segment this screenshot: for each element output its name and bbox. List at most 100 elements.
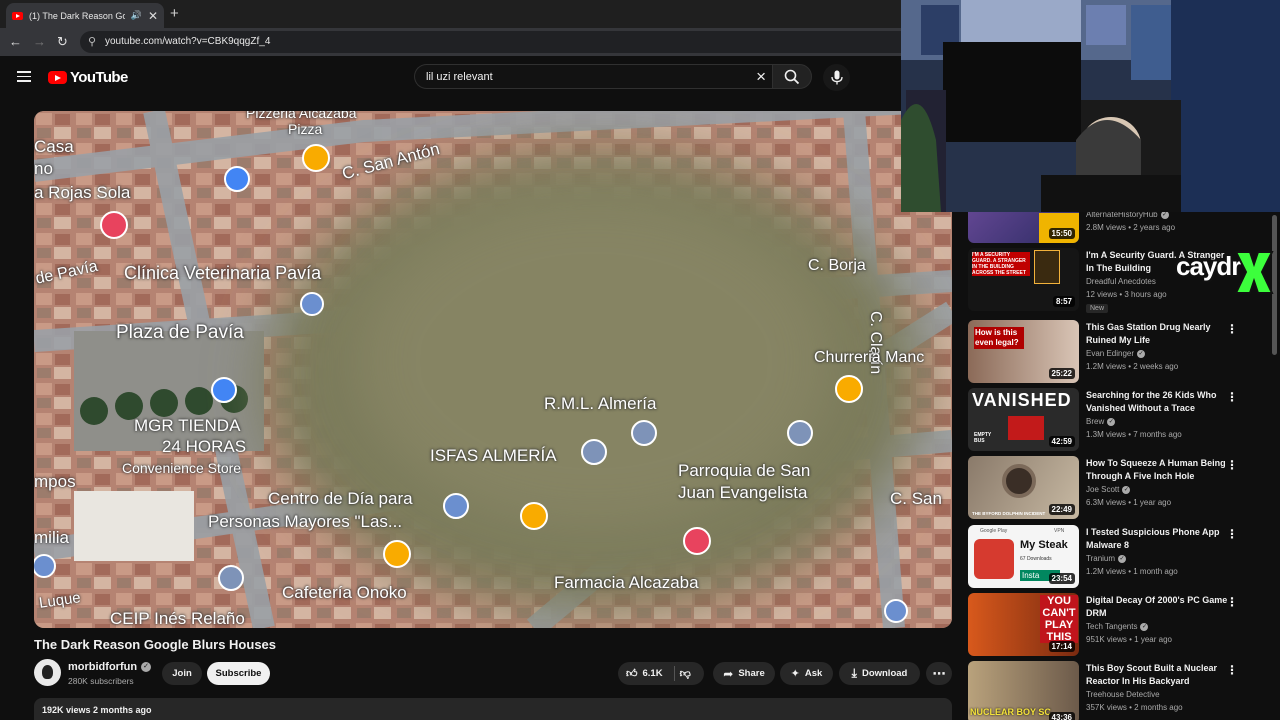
video-thumbnail[interactable]: NUCLEAR BOY SC 43:36 bbox=[968, 661, 1079, 720]
streamer-x-icon bbox=[1234, 251, 1274, 294]
related-meta: 2.8M views • 2 years ago bbox=[1086, 223, 1176, 232]
bus-graphic bbox=[1008, 416, 1044, 440]
video-title: The Dark Reason Google Blurs Houses bbox=[34, 637, 277, 652]
download-button[interactable]: ⤓ Download bbox=[839, 662, 920, 685]
search-box[interactable]: lil uzi relevant × bbox=[414, 64, 772, 89]
related-title: This Boy Scout Built a Nuclear Reactor I… bbox=[1086, 663, 1218, 686]
more-options-icon[interactable]: ⋮ bbox=[1226, 595, 1238, 609]
channel-avatar[interactable] bbox=[34, 659, 61, 686]
related-title: I Tested Suspicious Phone App Malware 8 bbox=[1086, 527, 1220, 550]
related-channel[interactable]: Evan Edinger ✓ bbox=[1086, 349, 1146, 358]
menu-icon[interactable] bbox=[17, 71, 31, 82]
map-label: Cafetería Onoko bbox=[282, 583, 407, 602]
streamer-logo: caydr bbox=[1176, 251, 1241, 281]
map-label: 24 HORAS bbox=[162, 437, 247, 456]
ask-button[interactable]: ✦ Ask bbox=[780, 662, 833, 685]
related-meta: 951K views • 1 year ago bbox=[1086, 635, 1172, 644]
related-video[interactable]: Google Play VPN My Steak 67 Downloads In… bbox=[968, 525, 1268, 591]
related-meta: 1.2M views • 1 month ago bbox=[1086, 567, 1178, 576]
browser-tab[interactable]: (1) The Dark Reason Google Blurs Houses … bbox=[6, 3, 164, 28]
clear-search-icon[interactable]: × bbox=[756, 67, 766, 87]
related-meta: 1.2M views • 2 weeks ago bbox=[1086, 362, 1179, 371]
search-input[interactable]: lil uzi relevant bbox=[426, 71, 493, 83]
related-video[interactable]: NUCLEAR BOY SC 43:36 This Boy Scout Buil… bbox=[968, 661, 1268, 720]
new-tab-button[interactable]: + bbox=[170, 5, 179, 22]
close-tab-icon[interactable]: ✕ bbox=[148, 9, 158, 23]
share-button[interactable]: ➦ Share bbox=[713, 662, 775, 685]
map-label: MGR TIENDA bbox=[134, 416, 241, 435]
site-info-icon[interactable]: ⚲ bbox=[88, 35, 96, 48]
related-title: Digital Decay Of 2000's PC Game DRM bbox=[1086, 595, 1228, 618]
map-label: Centro de Día para bbox=[268, 489, 413, 508]
map-label: CEIP Inés Relaño bbox=[110, 609, 245, 628]
views-and-date: 192K views 2 months ago bbox=[42, 705, 152, 715]
related-channel[interactable]: Tranium ✓ bbox=[1086, 554, 1127, 563]
url-text[interactable]: youtube.com/watch?v=CBK9qqgZf_4 bbox=[105, 36, 270, 47]
video-thumbnail[interactable]: YOU CAN'T PLAY THIS 17:14 bbox=[968, 593, 1079, 656]
more-actions-button[interactable]: ⋯ bbox=[926, 662, 952, 685]
dislike-button[interactable]: 👎︎ bbox=[680, 667, 691, 680]
forward-icon[interactable]: → bbox=[33, 34, 46, 49]
youtube-logo[interactable]: YouTube bbox=[48, 69, 128, 86]
related-channel[interactable]: Joe Scott ✓ bbox=[1086, 485, 1131, 494]
map-label: a Rojas Sola bbox=[34, 183, 131, 202]
like-count: 6.1K bbox=[642, 668, 663, 679]
related-video[interactable]: THE BYFORD DOLPHIN INCIDENT 22:49 How To… bbox=[968, 456, 1268, 522]
map-label: Clínica Veterinaria Pavía bbox=[124, 263, 322, 283]
share-label: Share bbox=[738, 668, 765, 679]
map-label: Personas Mayores "Las... bbox=[208, 512, 403, 531]
verified-icon: ✓ bbox=[141, 662, 152, 672]
download-label: Download bbox=[861, 668, 908, 679]
related-title: Searching for the 26 Kids Who Vanished W… bbox=[1086, 390, 1217, 413]
related-meta: 1.3M views • 7 months ago bbox=[1086, 430, 1182, 439]
related-video[interactable]: How is this even legal? 25:22 This Gas S… bbox=[968, 320, 1268, 386]
map-frame bbox=[34, 111, 952, 628]
description-box[interactable]: 192K views 2 months ago bbox=[34, 698, 952, 720]
reload-icon[interactable]: ↻ bbox=[57, 34, 68, 50]
tab-title: (1) The Dark Reason Google Blurs Houses bbox=[29, 10, 125, 21]
map-label: Juan Evangelista bbox=[678, 483, 808, 502]
thumbnail-text: My Steak bbox=[1020, 539, 1068, 551]
thumbnail-text: VPN bbox=[1054, 528, 1065, 534]
thumbnail-text: 67 Downloads bbox=[1020, 556, 1052, 562]
more-options-icon[interactable]: ⋮ bbox=[1226, 390, 1238, 404]
channel-name[interactable]: morbidforfun ✓ bbox=[68, 661, 152, 673]
related-channel[interactable]: Tech Tangents ✓ bbox=[1086, 622, 1149, 631]
ask-label: Ask bbox=[804, 668, 823, 679]
related-channel[interactable]: Treehouse Detective bbox=[1086, 690, 1160, 699]
back-icon[interactable]: ← bbox=[9, 34, 22, 49]
more-options-icon[interactable]: ⋮ bbox=[1226, 527, 1238, 541]
video-thumbnail[interactable]: VANISHED EMPTY BUS 42:59 bbox=[968, 388, 1079, 451]
related-video[interactable]: VANISHED EMPTY BUS 42:59 Searching for t… bbox=[968, 388, 1268, 454]
related-title: This Gas Station Drug Nearly Ruined My L… bbox=[1086, 322, 1211, 345]
more-options-icon[interactable]: ⋮ bbox=[1226, 322, 1238, 336]
app-icon bbox=[974, 539, 1014, 579]
map-label: Farmacia Alcazaba bbox=[554, 573, 699, 592]
video-thumbnail[interactable]: I'M A SECURITY GUARD. A STRANGER IN THE … bbox=[968, 248, 1079, 311]
thumbnail-text: I'M A SECURITY GUARD. A STRANGER IN THE … bbox=[972, 252, 1030, 276]
like-button[interactable]: 👍︎ 6.1K bbox=[626, 667, 663, 680]
join-button[interactable]: Join bbox=[162, 662, 202, 685]
speaker-icon[interactable]: 🔊 bbox=[131, 10, 142, 21]
sparkle-icon: ✦ bbox=[790, 668, 800, 680]
map-label: mpos bbox=[34, 472, 76, 491]
video-player[interactable]: Pizzeria Alcazaba Pizza Casa no a Rojas … bbox=[34, 111, 952, 628]
voice-search-button[interactable] bbox=[823, 64, 850, 91]
more-options-icon[interactable]: ⋮ bbox=[1226, 458, 1238, 472]
video-thumbnail[interactable]: How is this even legal? 25:22 bbox=[968, 320, 1079, 383]
map-label: milia bbox=[34, 528, 69, 547]
related-video[interactable]: YOU CAN'T PLAY THIS 17:14 Digital Decay … bbox=[968, 593, 1268, 659]
channel-name-text[interactable]: morbidforfun bbox=[68, 661, 137, 673]
more-options-icon[interactable]: ⋮ bbox=[1226, 663, 1238, 677]
new-badge: New bbox=[1086, 304, 1109, 313]
video-thumbnail[interactable]: Google Play VPN My Steak 67 Downloads In… bbox=[968, 525, 1079, 588]
webcam-feed bbox=[901, 0, 1280, 212]
related-channel[interactable]: Brew ✓ bbox=[1086, 417, 1116, 426]
duration-badge: 8:57 bbox=[1052, 296, 1075, 307]
related-channel[interactable]: Dreadful Anecdotes bbox=[1086, 277, 1156, 286]
search-button[interactable] bbox=[772, 64, 812, 89]
subscribe-button[interactable]: Subscribe bbox=[207, 662, 270, 685]
related-meta: 12 views • 3 hours ago bbox=[1086, 290, 1167, 299]
video-thumbnail[interactable]: THE BYFORD DOLPHIN INCIDENT 22:49 bbox=[968, 456, 1079, 519]
map-label: Convenience Store bbox=[122, 460, 242, 476]
